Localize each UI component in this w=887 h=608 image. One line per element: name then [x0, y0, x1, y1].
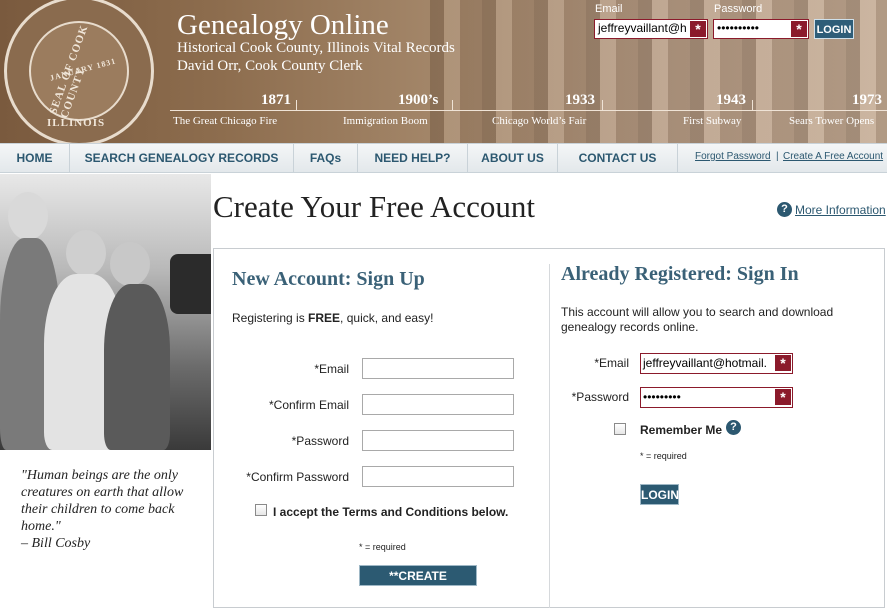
signin-password-input[interactable]: •••••••••	[640, 387, 793, 408]
required-asterisk-icon: *	[775, 355, 791, 371]
nav-separator: |	[776, 151, 779, 162]
nav-faqs[interactable]: FAQs	[294, 144, 358, 172]
help-icon[interactable]: ?	[726, 420, 741, 435]
create-account-button[interactable]: **CREATE ACCOUNT	[359, 565, 477, 604]
signup-intro-free: FREE	[308, 311, 341, 325]
signup-confirm-password-input[interactable]	[362, 466, 514, 487]
timeline-tick	[602, 100, 603, 110]
sidebar-quote-author: – Bill Cosby	[21, 536, 91, 551]
header-email-label: Email	[595, 3, 623, 15]
terms-checkbox[interactable]	[255, 504, 267, 516]
timeline-event: Immigration Boom	[343, 115, 428, 127]
seal-text-bottom: ILLINOIS	[47, 117, 106, 129]
header-password-value: ••••••••••	[717, 21, 760, 35]
photo-boy-head	[110, 242, 150, 286]
more-information-link[interactable]: More Information	[795, 203, 886, 217]
signup-confirm-password-label: *Confirm Password	[246, 470, 349, 484]
signup-intro-post: , quick, and easy!	[340, 311, 434, 325]
timeline-year: 1973	[852, 92, 882, 108]
photo-boy-head	[8, 192, 48, 240]
signin-intro: This account will allow you to search an…	[561, 305, 834, 334]
header-password-label: Password	[714, 3, 763, 15]
photo-car-shape	[170, 254, 211, 314]
required-asterisk-icon: *	[775, 389, 791, 405]
signup-confirm-email-input[interactable]	[362, 394, 514, 415]
timeline-year: 1871	[261, 92, 291, 108]
signup-title: New Account: Sign Up	[232, 268, 425, 290]
signin-login-button[interactable]: LOGIN	[640, 484, 679, 505]
nav-home[interactable]: HOME	[0, 144, 70, 172]
create-free-account-link[interactable]: Create A Free Account	[783, 151, 883, 162]
timeline-event: The Great Chicago Fire	[173, 115, 278, 127]
timeline-tick	[752, 100, 753, 110]
timeline-year: 1943	[716, 92, 746, 108]
page-title: Create Your Free Account	[213, 189, 535, 224]
timeline-event: First Subway	[683, 115, 742, 127]
nav-search-genealogy-records[interactable]: SEARCH GENEALOGY RECORDS	[70, 144, 294, 172]
timeline-event: Chicago World’s Fair	[492, 115, 587, 127]
remember-me-label: Remember Me	[640, 423, 723, 437]
signup-password-input[interactable]	[362, 430, 514, 451]
signin-email-input[interactable]: jeffreyvaillant@hotmail.	[640, 353, 793, 374]
signin-email-value: jeffreyvaillant@hotmail.	[643, 356, 768, 370]
remember-me-checkbox[interactable]	[614, 423, 626, 435]
site-subtitle: Historical Cook County, Illinois Vital R…	[177, 40, 455, 56]
help-icon[interactable]: ?	[777, 202, 792, 217]
site-subtitle-clerk: David Orr, Cook County Clerk	[177, 58, 363, 74]
sidebar-quote: "Human beings are the only creatures on …	[21, 468, 184, 534]
vintage-boys-photo	[0, 174, 211, 450]
required-asterisk-icon: *	[690, 21, 706, 37]
site-title: Genealogy Online	[177, 9, 389, 41]
timeline-line	[170, 110, 887, 111]
signup-confirm-email-label: *Confirm Email	[268, 398, 349, 412]
forgot-password-link[interactable]: Forgot Password	[695, 151, 771, 162]
signin-required-note: * = required	[640, 451, 687, 461]
required-asterisk-icon: *	[791, 21, 807, 37]
signup-required-note: * = required	[359, 542, 406, 552]
timeline-year: 1900’s	[398, 92, 439, 108]
header-email-value: jeffreyvaillant@h	[598, 21, 687, 35]
timeline-tick	[296, 100, 297, 110]
signup-email-input[interactable]	[362, 358, 514, 379]
form-divider	[549, 264, 550, 608]
signin-password-value: •••••••••	[643, 390, 681, 404]
timeline-tick	[452, 100, 453, 110]
photo-boy-head	[66, 230, 106, 276]
signup-password-label: *Password	[291, 434, 349, 448]
site-header: SEAL OF COOK COUNTY ILLINOIS JANUARY 183…	[0, 0, 887, 143]
signup-intro: Registering is FREE, quick, and easy!	[232, 311, 433, 325]
header-login-button[interactable]: LOGIN	[814, 19, 854, 39]
nav-about-us[interactable]: ABOUT US	[468, 144, 558, 172]
nav-need-help[interactable]: NEED HELP?	[358, 144, 468, 172]
terms-label: I accept the Terms and Conditions below.	[273, 505, 509, 519]
signin-email-label: *Email	[594, 356, 629, 370]
timeline-event: Sears Tower Opens	[789, 115, 875, 127]
timeline-year: 1933	[565, 92, 595, 108]
signup-intro-pre: Registering is	[232, 311, 309, 325]
signin-password-label: *Password	[571, 390, 629, 404]
main-navigation: HOME SEARCH GENEALOGY RECORDS FAQs NEED …	[0, 143, 887, 173]
signup-email-label: *Email	[314, 362, 349, 376]
photo-boy-body	[104, 284, 170, 450]
signin-title: Already Registered: Sign In	[561, 263, 799, 285]
cook-county-seal-logo[interactable]: SEAL OF COOK COUNTY ILLINOIS JANUARY 183…	[4, 0, 154, 143]
nav-contact-us[interactable]: CONTACT US	[558, 144, 678, 172]
